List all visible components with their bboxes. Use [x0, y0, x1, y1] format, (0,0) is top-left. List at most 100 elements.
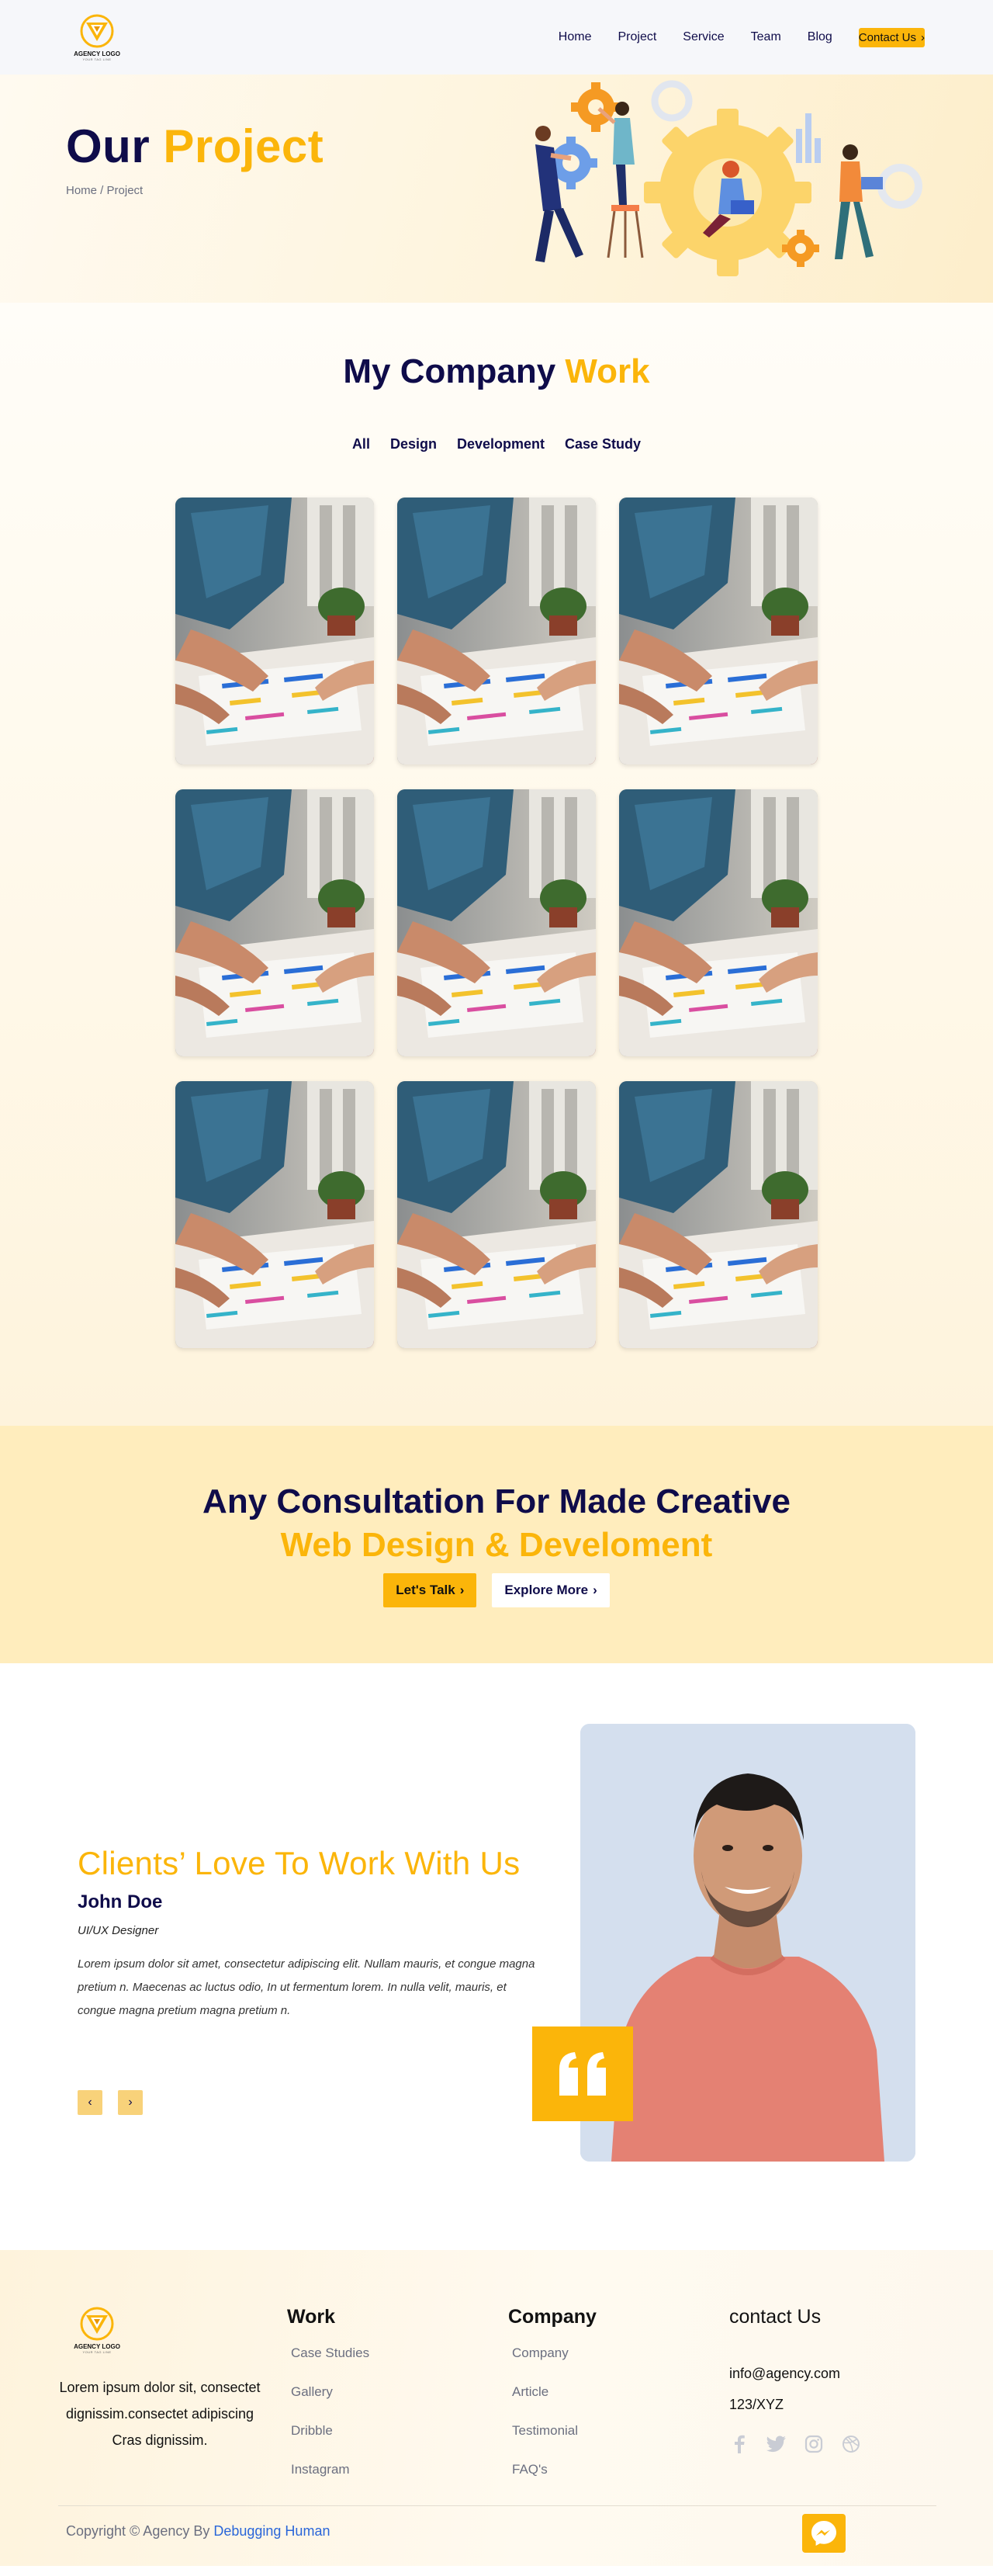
- project-grid: [175, 498, 818, 1348]
- filter-all[interactable]: All: [352, 436, 370, 452]
- project-image: [619, 498, 818, 764]
- footer-contact-heading: contact Us: [729, 2306, 822, 2328]
- footer-link-article[interactable]: Article: [508, 2380, 597, 2418]
- project-image: [619, 1081, 818, 1348]
- messenger-icon: [811, 2521, 836, 2546]
- chevron-right-icon: ›: [593, 1583, 597, 1597]
- hero-banner: Our Project Home / Project: [0, 75, 993, 303]
- dribbble-icon[interactable]: [841, 2434, 861, 2454]
- project-card[interactable]: [175, 498, 374, 764]
- previous-arrow-icon[interactable]: ‹: [78, 2090, 102, 2115]
- lets-talk-button[interactable]: Let's Talk ›: [383, 1573, 477, 1607]
- footer-work-links: Case Studies Gallery Dribble Instagram: [287, 2341, 369, 2496]
- page-title-dark: Our: [66, 120, 164, 172]
- footer-work-heading: Work: [287, 2306, 336, 2328]
- agency-logo-icon: [80, 14, 114, 48]
- cta-buttons: Let's Talk › Explore More ›: [0, 1573, 993, 1607]
- project-card[interactable]: [397, 498, 596, 764]
- project-card[interactable]: [175, 1081, 374, 1348]
- page-title-accent: Project: [163, 120, 324, 172]
- debugging-human-link[interactable]: Debugging Human: [213, 2523, 330, 2539]
- copyright-text: Copyright © Agency By Debugging Human: [66, 2523, 330, 2540]
- chevron-right-icon: ›: [459, 1583, 465, 1597]
- site-logo[interactable]: AGENCY LOGO YOUR TAG LINE: [71, 13, 123, 61]
- testimonial-quote: Lorem ipsum dolor sit amet, consectetur …: [78, 1957, 535, 2017]
- logo-tagline: YOUR TAG LINE: [82, 57, 112, 61]
- filter-case-study[interactable]: Case Study: [565, 436, 641, 452]
- company-work-section: My Company Work All Design Development C…: [0, 303, 993, 1426]
- logo-tagline: YOUR TAG LINE: [82, 2350, 112, 2354]
- footer-contact-info: info@agency.com 123/XYZ: [729, 2358, 861, 2420]
- footer-company-heading: Company: [508, 2306, 597, 2328]
- facebook-icon[interactable]: [729, 2434, 749, 2454]
- work-section-title: My Company Work: [0, 352, 993, 391]
- project-card[interactable]: [619, 1081, 818, 1348]
- cta-heading: Any Consultation For Made Creative Web D…: [0, 1480, 993, 1567]
- teamwork-gears-illustration: [535, 80, 922, 276]
- footer-logo[interactable]: AGENCY LOGO YOUR TAG LINE: [71, 2306, 123, 2354]
- project-image: [619, 789, 818, 1056]
- main-nav: Home Project Service Team Blog Contact U…: [559, 27, 925, 47]
- consultation-cta: Any Consultation For Made Creative Web D…: [0, 1426, 993, 1663]
- project-image: [397, 498, 596, 764]
- twitter-icon[interactable]: [766, 2434, 787, 2454]
- footer-contact-column: contact Us info@agency.com 123/XYZ: [729, 2306, 861, 2454]
- agency-logo-icon: [80, 2307, 114, 2341]
- footer-company-column: Company Company Article Testimonial FAQ'…: [508, 2306, 597, 2496]
- footer-link-company[interactable]: Company: [508, 2341, 597, 2380]
- footer-work-column: Work Case Studies Gallery Dribble Instag…: [287, 2306, 369, 2496]
- site-header: AGENCY LOGO YOUR TAG LINE Home Project S…: [0, 0, 993, 75]
- project-image: [175, 498, 374, 764]
- testimonial-title: Clients’ Love To Work With Us: [78, 1845, 521, 1881]
- work-title-accent: Work: [565, 352, 650, 390]
- project-card[interactable]: [175, 789, 374, 1056]
- site-footer: AGENCY LOGO YOUR TAG LINE Lorem ipsum do…: [0, 2250, 993, 2566]
- project-image: [397, 1081, 596, 1348]
- logo-brand: AGENCY LOGO: [74, 2343, 120, 2350]
- lets-talk-label: Let's Talk: [396, 1583, 455, 1597]
- instagram-icon[interactable]: [804, 2434, 824, 2454]
- client-role: UI/UX Designer: [78, 1924, 159, 1937]
- nav-service[interactable]: Service: [683, 27, 724, 47]
- project-image: [397, 789, 596, 1056]
- nav-home[interactable]: Home: [559, 27, 592, 47]
- project-image: [175, 789, 374, 1056]
- social-links: [729, 2434, 861, 2454]
- client-name: John Doe: [78, 1891, 163, 1912]
- testimonial-section: Clients’ Love To Work With Us John Doe U…: [0, 1663, 993, 2250]
- contact-us-button[interactable]: Contact Us ›: [858, 27, 925, 47]
- footer-link-faqs[interactable]: FAQ's: [508, 2457, 597, 2496]
- footer-email[interactable]: info@agency.com: [729, 2358, 861, 2389]
- project-image: [175, 1081, 374, 1348]
- project-card[interactable]: [397, 1081, 596, 1348]
- project-card[interactable]: [619, 498, 818, 764]
- logo-brand: AGENCY LOGO: [74, 50, 120, 57]
- project-filters: All Design Development Case Study: [0, 436, 993, 452]
- project-card[interactable]: [619, 789, 818, 1056]
- quote-mark-icon: [532, 2026, 633, 2121]
- footer-company-links: Company Article Testimonial FAQ's: [508, 2341, 597, 2496]
- footer-link-gallery[interactable]: Gallery: [287, 2380, 369, 2418]
- footer-link-dribble[interactable]: Dribble: [287, 2418, 369, 2457]
- footer-address: 123/XYZ: [729, 2397, 784, 2412]
- filter-design[interactable]: Design: [390, 436, 437, 452]
- next-arrow-icon[interactable]: ›: [118, 2090, 143, 2115]
- contact-us-label: Contact Us: [858, 30, 916, 44]
- copyright-prefix: Copyright © Agency By: [66, 2523, 214, 2539]
- nav-project[interactable]: Project: [618, 27, 656, 47]
- project-card[interactable]: [397, 789, 596, 1056]
- footer-divider: [58, 2505, 936, 2506]
- work-title-dark: My Company: [343, 352, 566, 390]
- testimonial-arrows: ‹ ›: [78, 2090, 143, 2115]
- nav-blog[interactable]: Blog: [808, 27, 832, 47]
- footer-link-instagram[interactable]: Instagram: [287, 2457, 369, 2496]
- footer-link-testimonial[interactable]: Testimonial: [508, 2418, 597, 2457]
- cta-heading-line2: Web Design & Develoment: [280, 1526, 713, 1564]
- messenger-chat-button[interactable]: [802, 2514, 846, 2553]
- footer-link-case-studies[interactable]: Case Studies: [287, 2341, 369, 2380]
- testimonial-content: Clients’ Love To Work With Us John Doe U…: [78, 1845, 543, 2023]
- explore-more-label: Explore More: [504, 1583, 589, 1597]
- nav-team[interactable]: Team: [751, 27, 781, 47]
- filter-development[interactable]: Development: [457, 436, 545, 452]
- explore-more-button[interactable]: Explore More ›: [492, 1573, 610, 1607]
